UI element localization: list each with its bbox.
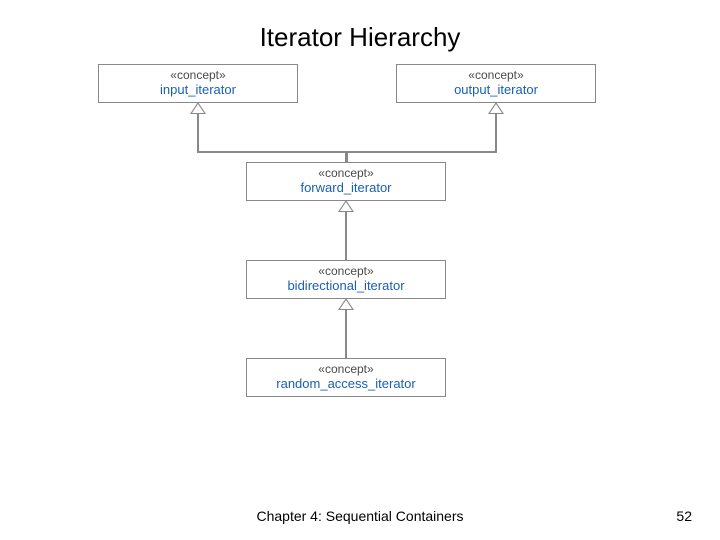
node-bidirectional-iterator: «concept» bidirectional_iterator bbox=[246, 260, 446, 299]
footer-chapter: Chapter 4: Sequential Containers bbox=[0, 508, 720, 524]
node-name: input_iterator bbox=[105, 83, 291, 98]
stereotype-label: «concept» bbox=[253, 167, 439, 181]
node-name: bidirectional_iterator bbox=[253, 279, 439, 294]
footer-page-number: 52 bbox=[676, 508, 692, 524]
uml-diagram: «concept» input_iterator «concept» outpu… bbox=[98, 64, 622, 464]
node-name: random_access_iterator bbox=[253, 377, 439, 392]
stereotype-label: «concept» bbox=[403, 69, 589, 83]
slide-title: Iterator Hierarchy bbox=[0, 22, 720, 53]
node-random-access-iterator: «concept» random_access_iterator bbox=[246, 358, 446, 397]
stereotype-label: «concept» bbox=[105, 69, 291, 83]
node-input-iterator: «concept» input_iterator bbox=[98, 64, 298, 103]
stereotype-label: «concept» bbox=[253, 265, 439, 279]
node-name: output_iterator bbox=[403, 83, 589, 98]
node-forward-iterator: «concept» forward_iterator bbox=[246, 162, 446, 201]
node-output-iterator: «concept» output_iterator bbox=[396, 64, 596, 103]
node-name: forward_iterator bbox=[253, 181, 439, 196]
stereotype-label: «concept» bbox=[253, 363, 439, 377]
